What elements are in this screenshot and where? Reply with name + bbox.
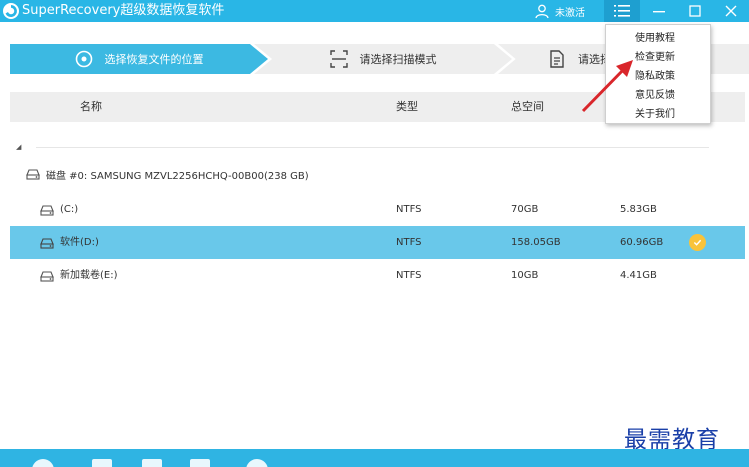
partition-row-c[interactable]: (C:) NTFS 70GB 5.83GB [10, 193, 745, 226]
partition-name: 软件(D:) [60, 237, 99, 248]
step-select-location[interactable]: 选择恢复文件的位置 [10, 44, 268, 74]
toolbar-icon[interactable] [32, 459, 54, 467]
partition-free: 60.96GB [620, 237, 664, 248]
menu-item-privacy[interactable]: 隐私政策 [606, 67, 710, 86]
header-type: 类型 [396, 100, 418, 113]
partition-name-cell: 软件(D:) [40, 226, 99, 259]
partition-row-e[interactable]: 新加载卷(E:) NTFS 10GB 4.41GB [10, 259, 745, 292]
toolbar-icon[interactable] [190, 459, 210, 467]
app-title: SuperRecovery超级数据恢复软件 [22, 3, 225, 18]
hard-disk-icon [26, 169, 40, 180]
minimize-icon [653, 11, 665, 13]
partition-total: 70GB [511, 204, 539, 215]
scan-icon [329, 50, 348, 68]
partition-type: NTFS [396, 204, 422, 215]
header-name: 名称 [80, 100, 102, 113]
partition-type: NTFS [396, 270, 422, 281]
partition-type: NTFS [396, 237, 422, 248]
user-icon [535, 4, 549, 19]
app-logo-icon [3, 3, 19, 19]
partition-free: 5.83GB [620, 204, 657, 215]
disk-label: 磁盘 #0: SAMSUNG MZVL2256HCHQ-00B00(238 GB… [46, 170, 309, 182]
partition-free: 4.41GB [620, 270, 657, 281]
title-bar: SuperRecovery超级数据恢复软件 未激活 [0, 0, 749, 22]
disk-item[interactable]: 磁盘 #0: SAMSUNG MZVL2256HCHQ-00B00(238 GB… [26, 163, 309, 185]
step-label: 请选择扫描模式 [359, 53, 437, 66]
minimize-button[interactable] [642, 0, 676, 22]
menu-item-about[interactable]: 关于我们 [606, 105, 710, 124]
maximize-icon [689, 5, 701, 17]
checkmark-icon [693, 239, 702, 246]
collapse-icon[interactable]: ◢ [16, 143, 21, 151]
menu-icon [614, 5, 630, 17]
menu-item-check-update[interactable]: 检查更新 [606, 48, 710, 67]
selected-check-icon[interactable] [689, 234, 706, 251]
close-icon [725, 5, 737, 17]
step-label: 选择恢复文件的位置 [104, 53, 204, 66]
partition-total: 158.05GB [511, 237, 561, 248]
drive-icon [40, 237, 54, 249]
menu-item-feedback[interactable]: 意见反馈 [606, 86, 710, 105]
toolbar-icon[interactable] [246, 459, 268, 467]
toolbar-icon[interactable] [142, 459, 162, 467]
drive-icon [40, 204, 54, 216]
partition-total: 10GB [511, 270, 539, 281]
main-menu-dropdown: 使用教程 检查更新 隐私政策 意见反馈 关于我们 [605, 24, 711, 124]
bottom-toolbar [0, 449, 749, 467]
menu-button[interactable] [604, 0, 640, 22]
activation-status: 未激活 [555, 7, 585, 19]
partition-name-cell: 新加载卷(E:) [40, 259, 118, 292]
partition-name: (C:) [60, 204, 79, 215]
partition-name-cell: (C:) [40, 193, 78, 226]
target-icon [75, 50, 92, 68]
divider [36, 147, 709, 148]
close-button[interactable] [714, 0, 748, 22]
document-icon [550, 50, 564, 68]
partition-name: 新加载卷(E:) [60, 270, 118, 281]
maximize-button[interactable] [678, 0, 712, 22]
header-total: 总空间 [511, 100, 544, 113]
partition-row-d[interactable]: 软件(D:) NTFS 158.05GB 60.96GB [10, 226, 745, 259]
step-scan-mode[interactable]: 请选择扫描模式 [254, 44, 512, 74]
menu-item-tutorial[interactable]: 使用教程 [606, 29, 710, 48]
toolbar-icon[interactable] [92, 459, 112, 467]
drive-icon [40, 270, 54, 282]
user-account[interactable]: 未激活 [534, 0, 585, 22]
